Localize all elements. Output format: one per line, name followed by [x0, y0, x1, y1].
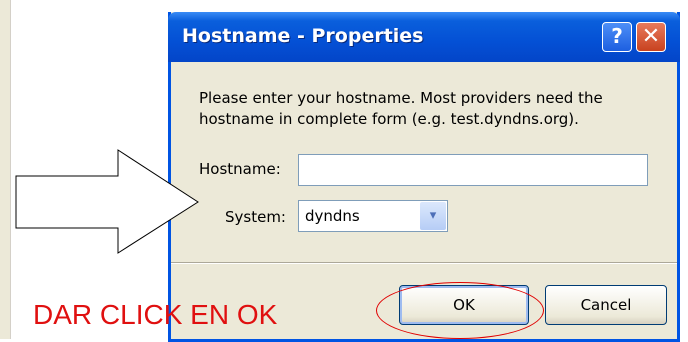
arrow-right-annotation-icon	[15, 149, 199, 254]
annotation-instruction: DAR CLICK EN OK	[33, 299, 278, 330]
ok-highlight-ellipse	[376, 282, 544, 339]
